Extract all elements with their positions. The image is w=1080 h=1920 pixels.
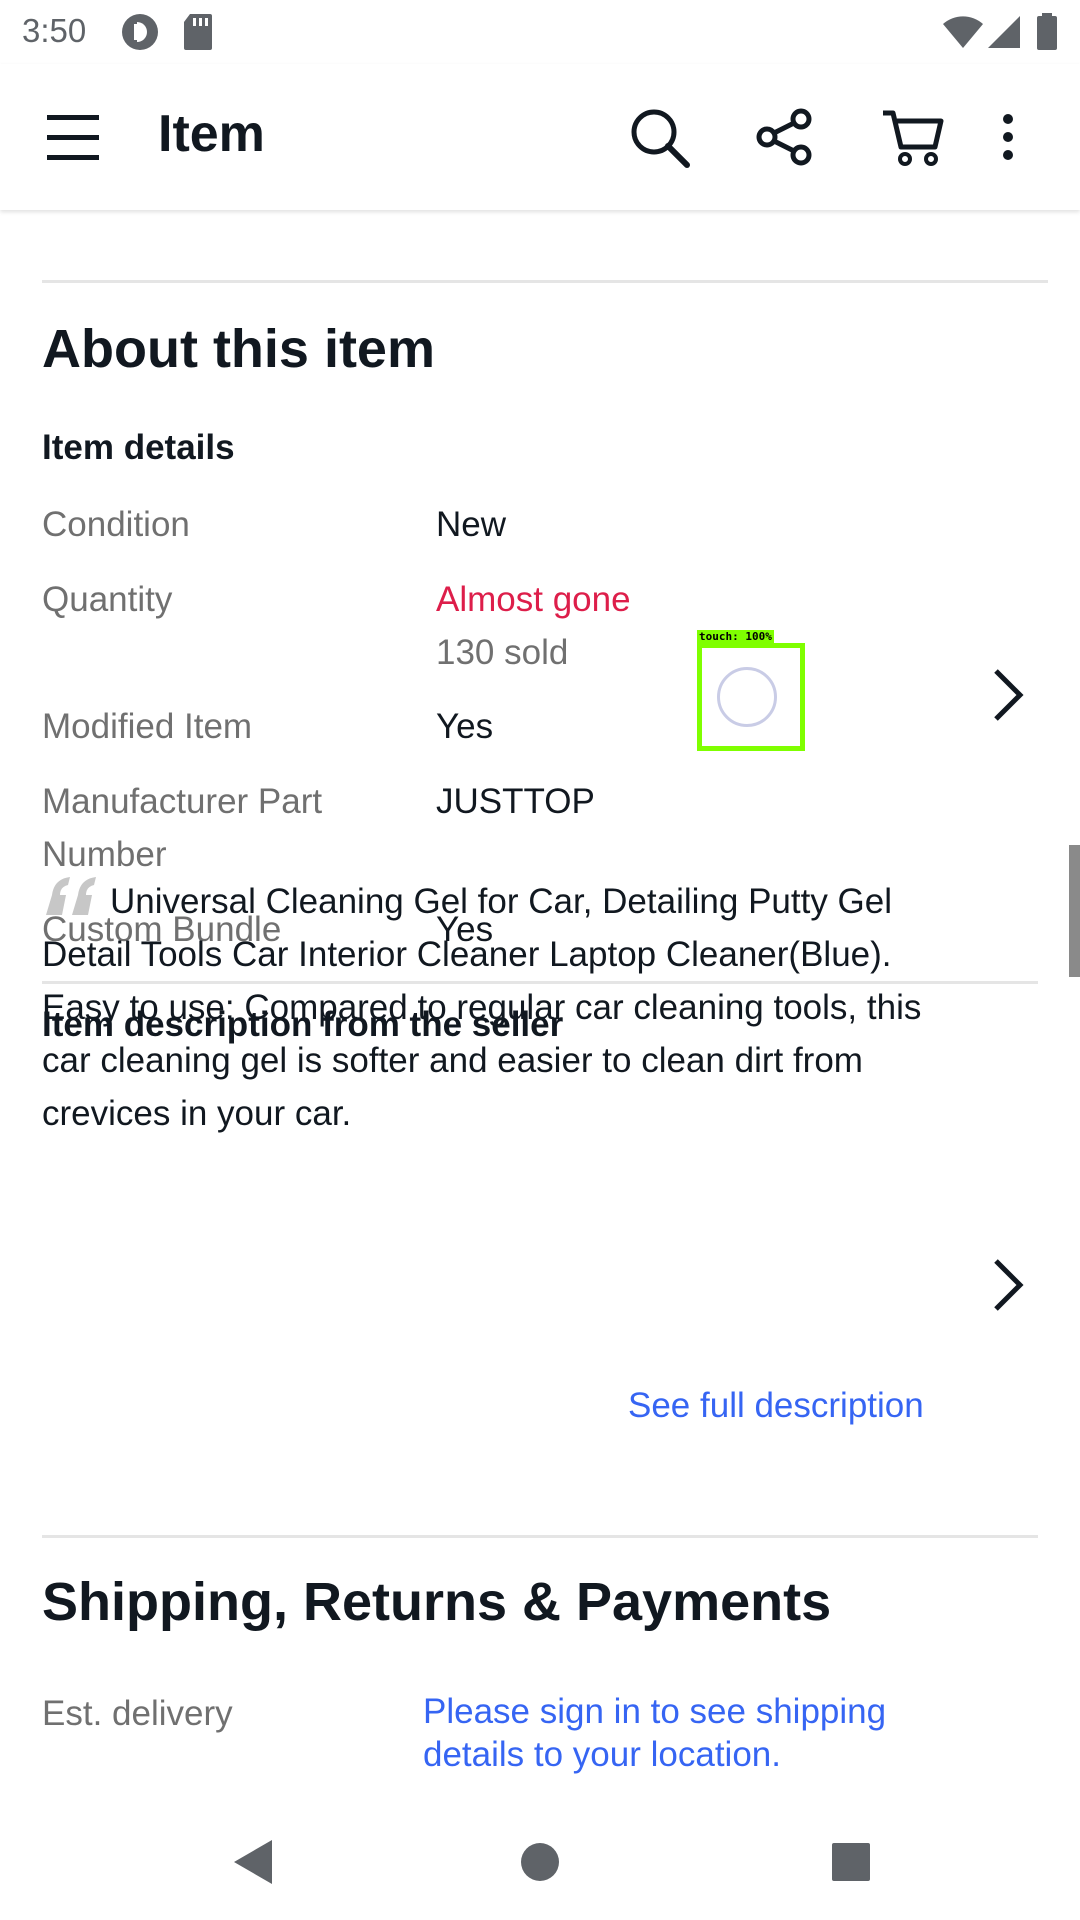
description-text: Universal Cleaning Gel for Car, Detailin… <box>42 882 922 1133</box>
detail-label-modified-item: Modified Item <box>42 707 253 746</box>
status-time: 3:50 <box>22 12 87 49</box>
detail-value-quantity: Almost gone <box>436 580 631 619</box>
touch-indicator-label: touch: 100% <box>697 630 774 643</box>
item-details-title: Item details <box>42 428 235 467</box>
more-options-button[interactable] <box>978 92 1038 182</box>
menu-icon <box>47 115 99 160</box>
item-content: About this item Item details Condition N… <box>0 210 1080 1810</box>
back-button[interactable] <box>232 1838 274 1891</box>
see-full-description-link[interactable]: See full description <box>628 1384 924 1427</box>
back-icon <box>234 1840 272 1884</box>
page-title: Item <box>158 105 265 163</box>
quote-icon <box>46 877 96 915</box>
divider <box>42 1535 1038 1538</box>
wifi-icon <box>942 12 984 57</box>
detail-label-mpn: Manufacturer Part Number <box>42 782 323 874</box>
cellular-signal-icon <box>986 12 1022 57</box>
chevron-right-icon <box>994 1259 1024 1311</box>
detail-value-modified-item: Yes <box>436 707 494 746</box>
system-nav-bar <box>0 1810 1080 1920</box>
detail-value-mpn: JUSTTOP <box>436 782 595 821</box>
sign-in-shipping-link[interactable]: Please sign in to see shipping details t… <box>423 1690 983 1776</box>
divider <box>42 280 1048 283</box>
detail-label-quantity: Quantity <box>42 580 173 619</box>
status-bar: 3:50 <box>0 0 1080 64</box>
recents-icon <box>832 1843 870 1881</box>
touch-point <box>717 667 777 727</box>
scrollbar-thumb[interactable] <box>1069 845 1080 977</box>
est-delivery-label: Est. delivery <box>42 1694 233 1733</box>
home-button[interactable] <box>519 1838 561 1891</box>
menu-button[interactable] <box>28 92 118 182</box>
detail-value-sold-count: 130 sold <box>436 633 569 672</box>
share-icon <box>756 108 812 166</box>
more-vert-icon <box>1003 114 1013 160</box>
share-button[interactable] <box>740 92 830 182</box>
shipping-section-title: Shipping, Returns & Payments <box>42 1572 832 1632</box>
detail-value-condition: New <box>436 505 507 544</box>
recents-button[interactable] <box>830 1838 872 1891</box>
search-icon <box>631 109 690 168</box>
chevron-right-icon <box>994 669 1024 721</box>
detail-label-condition: Condition <box>42 505 190 544</box>
cart-icon <box>883 110 944 166</box>
battery-icon <box>1036 12 1058 57</box>
app-bar: Item <box>0 64 1080 210</box>
home-icon <box>521 1843 559 1881</box>
pocket-casts-icon <box>120 12 160 57</box>
search-button[interactable] <box>614 92 704 182</box>
sd-card-icon <box>182 12 214 57</box>
cart-button[interactable] <box>868 92 958 182</box>
item-description: Universal Cleaning Gel for Car, Detailin… <box>42 875 972 1140</box>
about-section-title: About this item <box>42 319 435 379</box>
